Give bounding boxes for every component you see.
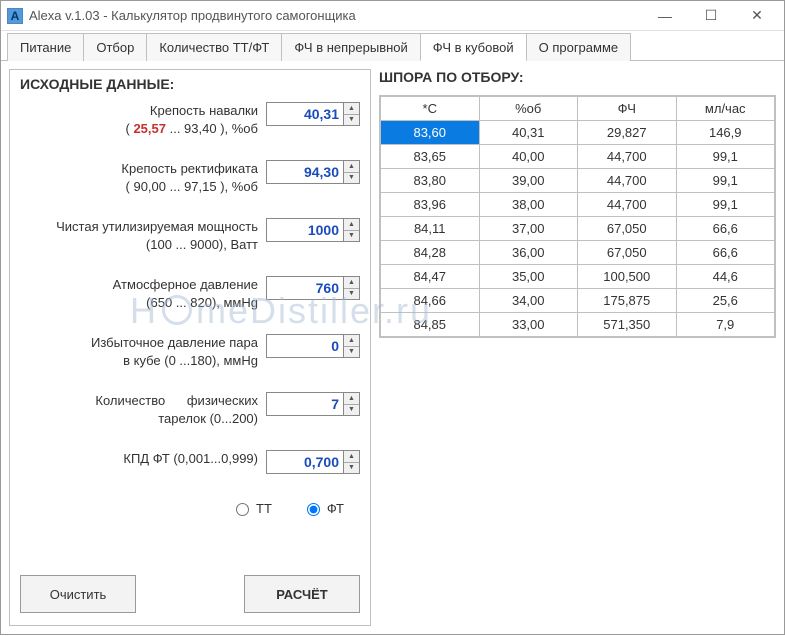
kpd-input[interactable] [266,450,344,474]
power-label: Чистая утилизируемая мощность (100 ... 9… [20,218,266,254]
table-cell: 83,60 [381,121,480,145]
feed-strength-label: Крепость навалки ( 25,57 ... 93,40 ), %о… [20,102,266,138]
power-input[interactable] [266,218,344,242]
table-cell: 36,00 [479,241,578,265]
table-cell: 40,00 [479,145,578,169]
window-title: Alexa v.1.03 - Калькулятор продвинутого … [29,8,356,23]
spinner-down-icon[interactable]: ▼ [344,405,359,416]
table-cell: 84,28 [381,241,480,265]
output-table-wrap: *C%обФЧмл/час 83,6040,3129,827146,983,65… [379,95,776,338]
table-cell: 25,6 [676,289,775,313]
radio-ft[interactable]: ФТ [302,500,344,516]
feed-strength-input[interactable] [266,102,344,126]
spinner-up-icon[interactable]: ▲ [344,451,359,463]
table-cell: 67,050 [578,241,677,265]
spinner-up-icon[interactable]: ▲ [344,393,359,405]
spinner-down-icon[interactable]: ▼ [344,463,359,474]
spinner-up-icon[interactable]: ▲ [344,335,359,347]
input-heading: ИСХОДНЫЕ ДАННЫЕ: [20,76,360,92]
table-cell: 7,9 [676,313,775,337]
table-cell: 38,00 [479,193,578,217]
table-header: ФЧ [578,97,677,121]
calc-button[interactable]: РАСЧЁТ [244,575,360,613]
table-cell: 66,6 [676,241,775,265]
table-row[interactable]: 84,8533,00571,3507,9 [381,313,775,337]
tab-3[interactable]: ФЧ в непрерывной [281,33,420,61]
over-pressure-input[interactable] [266,334,344,358]
kpd-label: КПД ФТ (0,001...0,999) [20,450,266,468]
spinner-up-icon[interactable]: ▲ [344,161,359,173]
table-cell: 99,1 [676,145,775,169]
table-cell: 29,827 [578,121,677,145]
input-panel: ИСХОДНЫЕ ДАННЫЕ: Крепость навалки ( 25,5… [9,69,371,626]
minimize-button[interactable]: — [642,2,688,30]
table-cell: 175,875 [578,289,677,313]
table-row[interactable]: 84,4735,00100,50044,6 [381,265,775,289]
table-cell: 100,500 [578,265,677,289]
over-pressure-label: Избыточное давление пара в кубе (0 ...18… [20,334,266,370]
table-header: мл/час [676,97,775,121]
spinner-up-icon[interactable]: ▲ [344,103,359,115]
table-cell: 44,700 [578,193,677,217]
table-cell: 44,700 [578,145,677,169]
table-cell: 146,9 [676,121,775,145]
table-row[interactable]: 84,1137,0067,05066,6 [381,217,775,241]
table-cell: 35,00 [479,265,578,289]
table-cell: 84,85 [381,313,480,337]
table-cell: 34,00 [479,289,578,313]
output-table: *C%обФЧмл/час 83,6040,3129,827146,983,65… [380,96,775,337]
spinner-down-icon[interactable]: ▼ [344,115,359,126]
table-cell: 44,6 [676,265,775,289]
table-cell: 83,80 [381,169,480,193]
table-cell: 99,1 [676,169,775,193]
spinner-down-icon[interactable]: ▼ [344,289,359,300]
table-row[interactable]: 84,2836,0067,05066,6 [381,241,775,265]
table-cell: 37,00 [479,217,578,241]
table-row[interactable]: 83,9638,0044,70099,1 [381,193,775,217]
table-cell: 40,31 [479,121,578,145]
table-cell: 44,700 [578,169,677,193]
tab-4[interactable]: ФЧ в кубовой [420,33,527,61]
app-icon: A [7,8,23,24]
tabs-bar: ПитаниеОтборКоличество ТТ/ФТФЧ в непреры… [1,31,784,61]
table-cell: 66,6 [676,217,775,241]
table-row[interactable]: 83,6540,0044,70099,1 [381,145,775,169]
tab-2[interactable]: Количество ТТ/ФТ [146,33,282,61]
close-button[interactable]: ✕ [734,2,780,30]
table-cell: 84,11 [381,217,480,241]
titlebar: A Alexa v.1.03 - Калькулятор продвинутог… [1,1,784,31]
clear-button[interactable]: Очистить [20,575,136,613]
tab-5[interactable]: О программе [526,33,632,61]
spinner-down-icon[interactable]: ▼ [344,231,359,242]
maximize-button[interactable]: ☐ [688,2,734,30]
table-cell: 33,00 [479,313,578,337]
table-cell: 571,350 [578,313,677,337]
table-cell: 67,050 [578,217,677,241]
tab-0[interactable]: Питание [7,33,84,61]
table-cell: 99,1 [676,193,775,217]
table-cell: 84,47 [381,265,480,289]
spinner-down-icon[interactable]: ▼ [344,347,359,358]
tab-1[interactable]: Отбор [83,33,147,61]
table-row[interactable]: 83,8039,0044,70099,1 [381,169,775,193]
table-row[interactable]: 83,6040,3129,827146,9 [381,121,775,145]
table-row[interactable]: 84,6634,00175,87525,6 [381,289,775,313]
plates-label: Количество физических тарелок (0...200) [20,392,266,428]
spinner-up-icon[interactable]: ▲ [344,219,359,231]
spinner-down-icon[interactable]: ▼ [344,173,359,184]
rect-strength-label: Крепость ректификата ( 90,00 ... 97,15 )… [20,160,266,196]
plates-input[interactable] [266,392,344,416]
table-cell: 84,66 [381,289,480,313]
table-cell: 83,96 [381,193,480,217]
spinner-up-icon[interactable]: ▲ [344,277,359,289]
table-header: %об [479,97,578,121]
atm-pressure-label: Атмосферное давление (650 ... 820), ммHg [20,276,266,312]
radio-tt[interactable]: ТТ [231,500,272,516]
table-cell: 83,65 [381,145,480,169]
atm-pressure-input[interactable] [266,276,344,300]
rect-strength-input[interactable] [266,160,344,184]
table-header: *C [381,97,480,121]
table-cell: 39,00 [479,169,578,193]
table-heading: ШПОРА ПО ОТБОРУ: [379,69,776,85]
